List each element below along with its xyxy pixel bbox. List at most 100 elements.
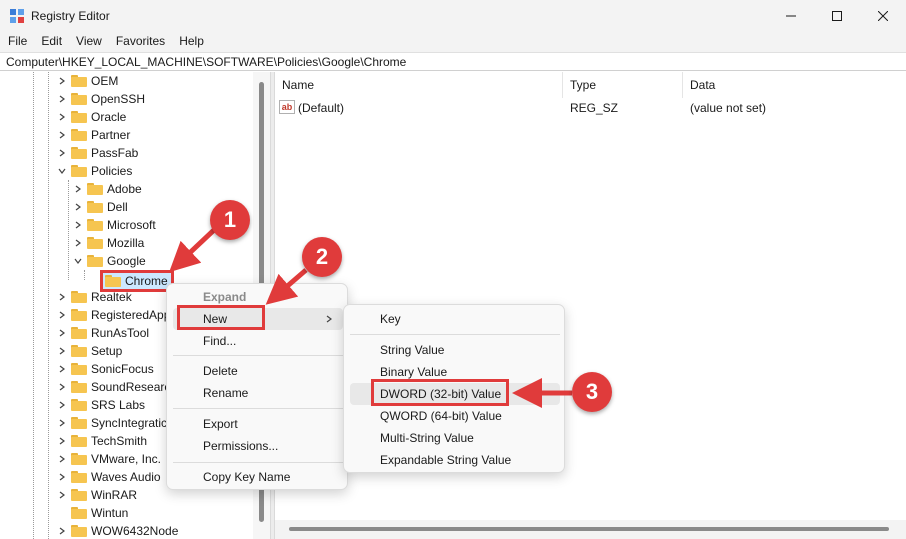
tree-item-winrar[interactable]: WinRAR	[56, 486, 137, 504]
chevron-right-icon[interactable]	[56, 396, 68, 414]
chevron-right-icon[interactable]	[56, 126, 68, 144]
list-scrollbar[interactable]	[275, 520, 906, 539]
tree-item-label: RegisteredApp	[91, 308, 171, 322]
menu-item-find[interactable]: Find...	[203, 330, 236, 352]
menu-help[interactable]: Help	[173, 32, 210, 52]
tree-item-dell[interactable]: Dell	[72, 198, 128, 216]
chevron-right-icon[interactable]	[72, 234, 84, 252]
tree-item-label: Waves Audio	[91, 470, 161, 484]
tree-guide-line	[48, 72, 49, 539]
tree-item-label: Partner	[91, 128, 131, 142]
chevron-right-icon[interactable]	[56, 306, 68, 324]
folder-icon	[71, 111, 87, 123]
address-path[interactable]: Computer\HKEY_LOCAL_MACHINE\SOFTWARE\Pol…	[6, 55, 406, 69]
scrollbar-thumb[interactable]	[289, 527, 889, 531]
menu-item-permissions[interactable]: Permissions...	[203, 435, 278, 457]
minimize-button[interactable]	[768, 0, 814, 32]
chevron-right-icon[interactable]	[72, 198, 84, 216]
folder-icon	[71, 399, 87, 411]
tree-item-wintun[interactable]: Wintun	[56, 504, 128, 522]
tree-item-label: TechSmith	[91, 434, 148, 448]
chevron-right-icon[interactable]	[56, 360, 68, 378]
submenu-item-key[interactable]: Key	[380, 308, 401, 330]
chevron-right-icon[interactable]	[56, 342, 68, 360]
chevron-right-icon[interactable]	[56, 378, 68, 396]
chevron-right-icon[interactable]	[56, 108, 68, 126]
tree-guide-line	[33, 72, 34, 539]
registry-editor-icon	[10, 9, 24, 23]
folder-icon	[71, 381, 87, 393]
chevron-down-icon[interactable]	[56, 162, 68, 180]
chevron-right-icon[interactable]	[56, 450, 68, 468]
folder-icon	[71, 345, 87, 357]
menu-item-copy-key-name[interactable]: Copy Key Name	[203, 466, 290, 488]
tree-item-microsoft[interactable]: Microsoft	[72, 216, 156, 234]
tree-item-runastool[interactable]: RunAsTool	[56, 324, 149, 342]
tree-item-passfab[interactable]: PassFab	[56, 144, 138, 162]
menu-file[interactable]: File	[2, 32, 33, 52]
tree-item-policies[interactable]: Policies	[56, 162, 132, 180]
tree-item-sonicfocus[interactable]: SonicFocus	[56, 360, 154, 378]
column-header-name[interactable]: Name	[275, 72, 563, 98]
tree-item-waves-audio[interactable]: Waves Audio	[56, 468, 161, 486]
tree-item-wow6432node[interactable]: WOW6432Node	[56, 522, 178, 539]
step-badge-3: 3	[572, 372, 612, 412]
tree-item-label: Realtek	[91, 290, 132, 304]
folder-icon	[71, 507, 87, 519]
close-button[interactable]	[860, 0, 906, 32]
tree-item-label: SRS Labs	[91, 398, 146, 412]
tree-item-chrome[interactable]: Chrome	[103, 272, 168, 290]
tree-item-label: OEM	[91, 74, 119, 88]
table-row[interactable]: ab (Default) REG_SZ (value not set)	[275, 98, 906, 118]
chevron-right-icon[interactable]	[72, 180, 84, 198]
submenu-item-string-value[interactable]: String Value	[380, 339, 444, 361]
tree-item-oem[interactable]: OEM	[56, 72, 118, 90]
folder-icon	[71, 93, 87, 105]
tree-item-vmware[interactable]: VMware, Inc.	[56, 450, 161, 468]
tree-item-setup[interactable]: Setup	[56, 342, 122, 360]
chevron-right-icon[interactable]	[72, 216, 84, 234]
tree-item-label: PassFab	[91, 146, 139, 160]
submenu-item-expandable-string-value[interactable]: Expandable String Value	[380, 449, 511, 471]
tree-item-adobe[interactable]: Adobe	[72, 180, 142, 198]
folder-icon	[71, 453, 87, 465]
menu-favorites[interactable]: Favorites	[110, 32, 171, 52]
tree-item-mozilla[interactable]: Mozilla	[72, 234, 144, 252]
submenu-item-qword-value[interactable]: QWORD (64-bit) Value	[380, 405, 502, 427]
tree-item-partner[interactable]: Partner	[56, 126, 130, 144]
chevron-right-icon[interactable]	[56, 522, 68, 539]
tree-item-registeredapp[interactable]: RegisteredApp	[56, 306, 170, 324]
menu-edit[interactable]: Edit	[35, 32, 68, 52]
column-header-data[interactable]: Data	[683, 72, 906, 98]
tree-item-techsmith[interactable]: TechSmith	[56, 432, 147, 450]
chevron-right-icon[interactable]	[56, 72, 68, 90]
menu-item-rename[interactable]: Rename	[203, 382, 248, 404]
chevron-right-icon[interactable]	[56, 90, 68, 108]
folder-icon	[71, 327, 87, 339]
tree-item-openssh[interactable]: OpenSSH	[56, 90, 145, 108]
menu-bar: File Edit View Favorites Help	[0, 32, 906, 52]
chevron-right-icon[interactable]	[56, 432, 68, 450]
chevron-right-icon[interactable]	[56, 288, 68, 306]
highlight-new	[177, 305, 265, 330]
tree-item-soundresearch[interactable]: SoundResearc	[56, 378, 170, 396]
chevron-right-icon[interactable]	[56, 144, 68, 162]
address-bar[interactable]: Computer\HKEY_LOCAL_MACHINE\SOFTWARE\Pol…	[0, 52, 906, 71]
tree-item-syncintegration[interactable]: SyncIntegratic	[56, 414, 167, 432]
submenu-item-multi-string-value[interactable]: Multi-String Value	[380, 427, 474, 449]
tree-item-oracle[interactable]: Oracle	[56, 108, 126, 126]
tree-item-srs-labs[interactable]: SRS Labs	[56, 396, 145, 414]
chevron-right-icon[interactable]	[56, 324, 68, 342]
chevron-right-icon[interactable]	[56, 468, 68, 486]
menu-item-delete[interactable]: Delete	[203, 360, 238, 382]
chevron-right-icon[interactable]	[56, 486, 68, 504]
tree-item-chrome-selected[interactable]: Chrome	[100, 270, 174, 292]
chevron-right-icon[interactable]	[56, 414, 68, 432]
menu-view[interactable]: View	[70, 32, 108, 52]
tree-item-google[interactable]: Google	[72, 252, 146, 270]
maximize-button[interactable]	[814, 0, 860, 32]
menu-item-export[interactable]: Export	[203, 413, 238, 435]
tree-item-label: Wintun	[91, 506, 129, 520]
chevron-down-icon[interactable]	[72, 252, 84, 270]
column-header-type[interactable]: Type	[563, 72, 683, 98]
